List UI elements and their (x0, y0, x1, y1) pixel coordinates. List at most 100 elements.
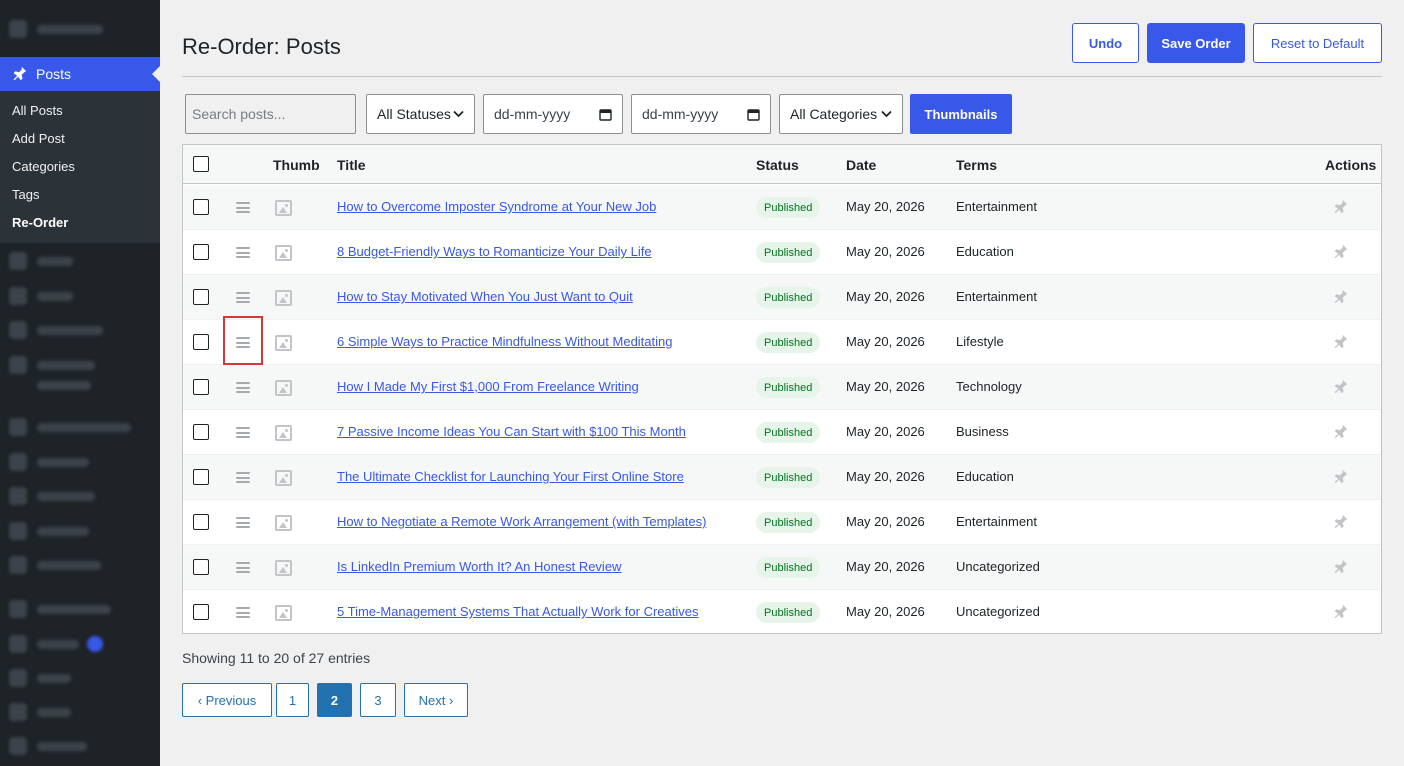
status-filter-value: All Statuses (377, 106, 451, 122)
post-title-link[interactable]: How to Negotiate a Remote Work Arrangeme… (337, 514, 706, 529)
row-checkbox[interactable] (193, 244, 209, 260)
image-placeholder-icon (275, 515, 292, 531)
post-title-link[interactable]: How to Stay Motivated When You Just Want… (337, 289, 633, 304)
sidebar-item-comments[interactable] (0, 313, 160, 347)
table-row[interactable]: How to Negotiate a Remote Work Arrangeme… (183, 500, 1381, 545)
table-row[interactable]: How to Stay Motivated When You Just Want… (183, 275, 1381, 320)
sidebar-item-label (37, 291, 73, 301)
category-filter-select[interactable]: All Categories (779, 94, 903, 134)
previous-page-button[interactable]: ‹ Previous (182, 683, 272, 717)
post-title-link[interactable]: 6 Simple Ways to Practice Mindfulness Wi… (337, 334, 673, 349)
row-checkbox[interactable] (193, 379, 209, 395)
next-page-button[interactable]: Next › (404, 683, 468, 717)
drag-handle-icon[interactable] (236, 427, 250, 438)
post-title-link[interactable]: How to Overcome Imposter Syndrome at You… (337, 199, 656, 214)
sidebar-item-pages[interactable] (0, 279, 160, 313)
post-title-link[interactable]: 7 Passive Income Ideas You Can Start wit… (337, 424, 686, 439)
drag-handle-icon[interactable] (236, 472, 250, 483)
sidebar-item-posts[interactable]: Posts (0, 57, 160, 91)
table-row[interactable]: The Ultimate Checklist for Launching You… (183, 455, 1381, 500)
post-title-link[interactable]: How I Made My First $1,000 From Freelanc… (337, 379, 639, 394)
post-title-link[interactable]: Is LinkedIn Premium Worth It? An Honest … (337, 559, 621, 574)
status-filter-select[interactable]: All Statuses (366, 94, 475, 134)
posts-table: Thumb Title Status Date Terms Actions Ho… (182, 144, 1382, 635)
sidebar-item-marketing[interactable] (0, 548, 160, 582)
table-row[interactable]: 5 Time-Management Systems That Actually … (183, 590, 1381, 635)
column-terms: Terms (956, 157, 997, 173)
sidebar-item-payments[interactable] (0, 479, 160, 513)
post-title-link[interactable]: 5 Time-Management Systems That Actually … (337, 604, 699, 619)
column-title[interactable]: Title (337, 157, 366, 173)
sidebar-item-products[interactable] (0, 445, 160, 479)
pin-icon[interactable] (1331, 513, 1349, 531)
post-title-link[interactable]: The Ultimate Checklist for Launching You… (337, 469, 684, 484)
pin-icon[interactable] (1331, 243, 1349, 261)
pin-icon[interactable] (1331, 333, 1349, 351)
drag-handle-icon[interactable] (236, 202, 250, 213)
table-row[interactable]: 6 Simple Ways to Practice Mindfulness Wi… (183, 320, 1381, 365)
column-date[interactable]: Date (846, 157, 876, 173)
thumbnails-button[interactable]: Thumbnails (910, 94, 1012, 134)
sidebar-item-analytics[interactable] (0, 514, 160, 548)
row-checkbox[interactable] (193, 199, 209, 215)
submenu-tags[interactable]: Tags (0, 181, 160, 209)
drag-handle-icon[interactable] (236, 517, 250, 528)
pin-icon[interactable] (1331, 558, 1349, 576)
table-row[interactable]: 8 Budget-Friendly Ways to Romanticize Yo… (183, 230, 1381, 275)
search-input[interactable]: Search posts... (185, 94, 356, 134)
drag-handle-icon[interactable] (236, 382, 250, 393)
status-badge: Published (756, 467, 821, 488)
pin-icon[interactable] (1331, 288, 1349, 306)
save-order-button[interactable]: Save Order (1147, 23, 1245, 63)
reset-to-default-button[interactable]: Reset to Default (1253, 23, 1382, 63)
pin-icon[interactable] (1331, 198, 1349, 216)
drag-handle-icon[interactable] (236, 607, 250, 618)
page-button-2[interactable]: 2 (317, 683, 352, 717)
sidebar-item-media[interactable] (0, 244, 160, 278)
post-terms: Uncategorized (956, 604, 1040, 619)
pin-icon[interactable] (1331, 603, 1349, 621)
row-checkbox[interactable] (193, 469, 209, 485)
pin-icon[interactable] (1331, 423, 1349, 441)
drag-handle-icon[interactable] (236, 562, 250, 573)
select-all-checkbox[interactable] (193, 156, 209, 172)
row-checkbox[interactable] (193, 604, 209, 620)
submenu-add-post[interactable]: Add Post (0, 125, 160, 153)
submenu-re-order[interactable]: Re-Order (0, 209, 160, 237)
table-row[interactable]: 7 Passive Income Ideas You Can Start wit… (183, 410, 1381, 455)
post-title-link[interactable]: 8 Budget-Friendly Ways to Romanticize Yo… (337, 244, 652, 259)
page-button-1[interactable]: 1 (276, 683, 309, 717)
sidebar-item-appearance[interactable] (0, 592, 160, 626)
sidebar-item-users[interactable] (0, 661, 160, 695)
sidebar-item-plugins[interactable] (0, 627, 160, 661)
calendar-icon[interactable] (599, 108, 612, 121)
sidebar-item-tools[interactable] (0, 695, 160, 729)
table-row[interactable]: Is LinkedIn Premium Worth It? An Honest … (183, 545, 1381, 590)
column-status[interactable]: Status (756, 157, 799, 173)
drag-handle-icon[interactable] (236, 247, 250, 258)
table-row[interactable]: How to Overcome Imposter Syndrome at You… (183, 185, 1381, 230)
date-from-input[interactable]: dd-mm-yyyy (483, 94, 623, 134)
sidebar-item-dashboard[interactable] (0, 12, 160, 46)
image-placeholder-icon (275, 200, 292, 216)
undo-button[interactable]: Undo (1072, 23, 1139, 63)
pin-icon[interactable] (1331, 468, 1349, 486)
row-checkbox[interactable] (193, 559, 209, 575)
calendar-icon[interactable] (747, 108, 760, 121)
sidebar-item-settings[interactable] (0, 729, 160, 763)
submenu-all-posts[interactable]: All Posts (0, 97, 160, 125)
comments-icon (9, 321, 27, 339)
sidebar-item-woocommerce[interactable] (0, 410, 160, 444)
table-row[interactable]: How I Made My First $1,000 From Freelanc… (183, 365, 1381, 410)
drag-handle-icon[interactable] (236, 292, 250, 303)
drag-handle-icon[interactable] (236, 337, 250, 348)
pin-icon[interactable] (1331, 378, 1349, 396)
row-checkbox[interactable] (193, 514, 209, 530)
sidebar-item-label (37, 422, 131, 432)
date-to-input[interactable]: dd-mm-yyyy (631, 94, 771, 134)
row-checkbox[interactable] (193, 334, 209, 350)
row-checkbox[interactable] (193, 424, 209, 440)
submenu-categories[interactable]: Categories (0, 153, 160, 181)
page-button-3[interactable]: 3 (360, 683, 396, 717)
row-checkbox[interactable] (193, 289, 209, 305)
